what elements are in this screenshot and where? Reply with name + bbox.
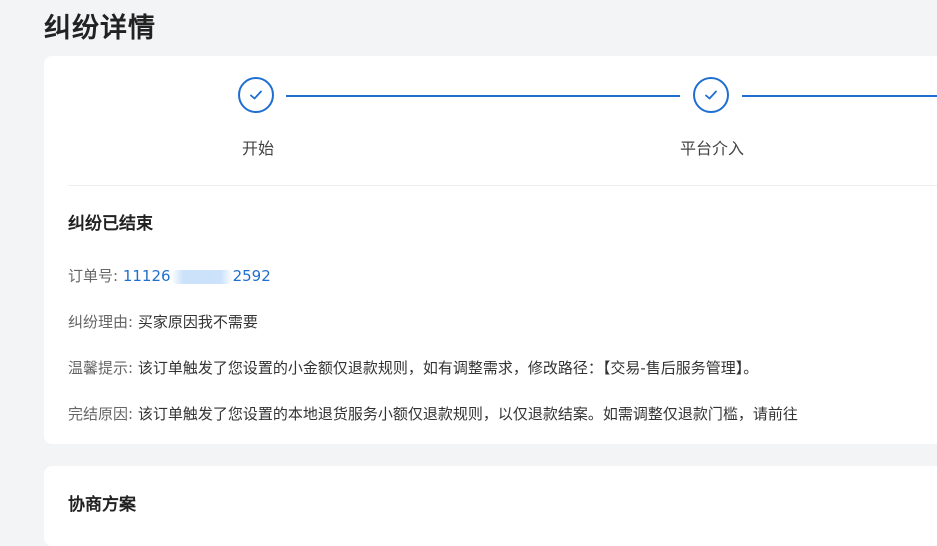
order-number-prefix: 11126: [122, 267, 171, 285]
dispute-reason-row: 纠纷理由: 买家原因我不需要: [68, 311, 258, 332]
order-number-label: 订单号:: [68, 267, 119, 285]
negotiation-title: 协商方案: [68, 495, 136, 515]
check-icon: [705, 90, 717, 100]
dispute-reason-value: 买家原因我不需要: [137, 313, 258, 331]
dispute-reason-label: 纠纷理由:: [68, 313, 134, 331]
step-2-indicator: [693, 77, 729, 113]
dispute-status-title: 纠纷已结束: [68, 214, 153, 234]
close-reason-row: 完结原因: 该订单触发了您设置的本地退货服务小额仅退款规则，以仅退款结案。如需调…: [68, 403, 798, 424]
step-connector: [286, 95, 680, 97]
tip-value: 该订单触发了您设置的小金额仅退款规则，如有调整需求，修改路径：【交易-售后服务管…: [137, 359, 759, 377]
close-reason-label: 完结原因:: [68, 405, 134, 423]
step-1-indicator: [238, 77, 274, 113]
check-icon: [250, 90, 262, 100]
order-number-link[interactable]: 11126 2592: [123, 267, 271, 285]
order-number-row: 订单号: 11126 2592: [68, 265, 271, 286]
step-2-label: 平台介入: [680, 139, 745, 158]
tip-label: 温馨提示:: [68, 359, 134, 377]
negotiation-card: [44, 466, 937, 546]
dispute-detail-card: [44, 56, 937, 444]
order-number-suffix: 2592: [232, 267, 271, 285]
step-1-label: 开始: [242, 139, 275, 158]
step-connector: [742, 95, 937, 97]
tip-row: 温馨提示: 该订单触发了您设置的小金额仅退款规则，如有调整需求，修改路径：【交易…: [68, 357, 758, 378]
page-title: 纠纷详情: [44, 13, 156, 44]
redaction-mask: [170, 269, 233, 284]
close-reason-value: 该订单触发了您设置的本地退货服务小额仅退款规则，以仅退款结案。如需调整仅退款门槛…: [137, 405, 798, 423]
divider: [68, 185, 937, 186]
